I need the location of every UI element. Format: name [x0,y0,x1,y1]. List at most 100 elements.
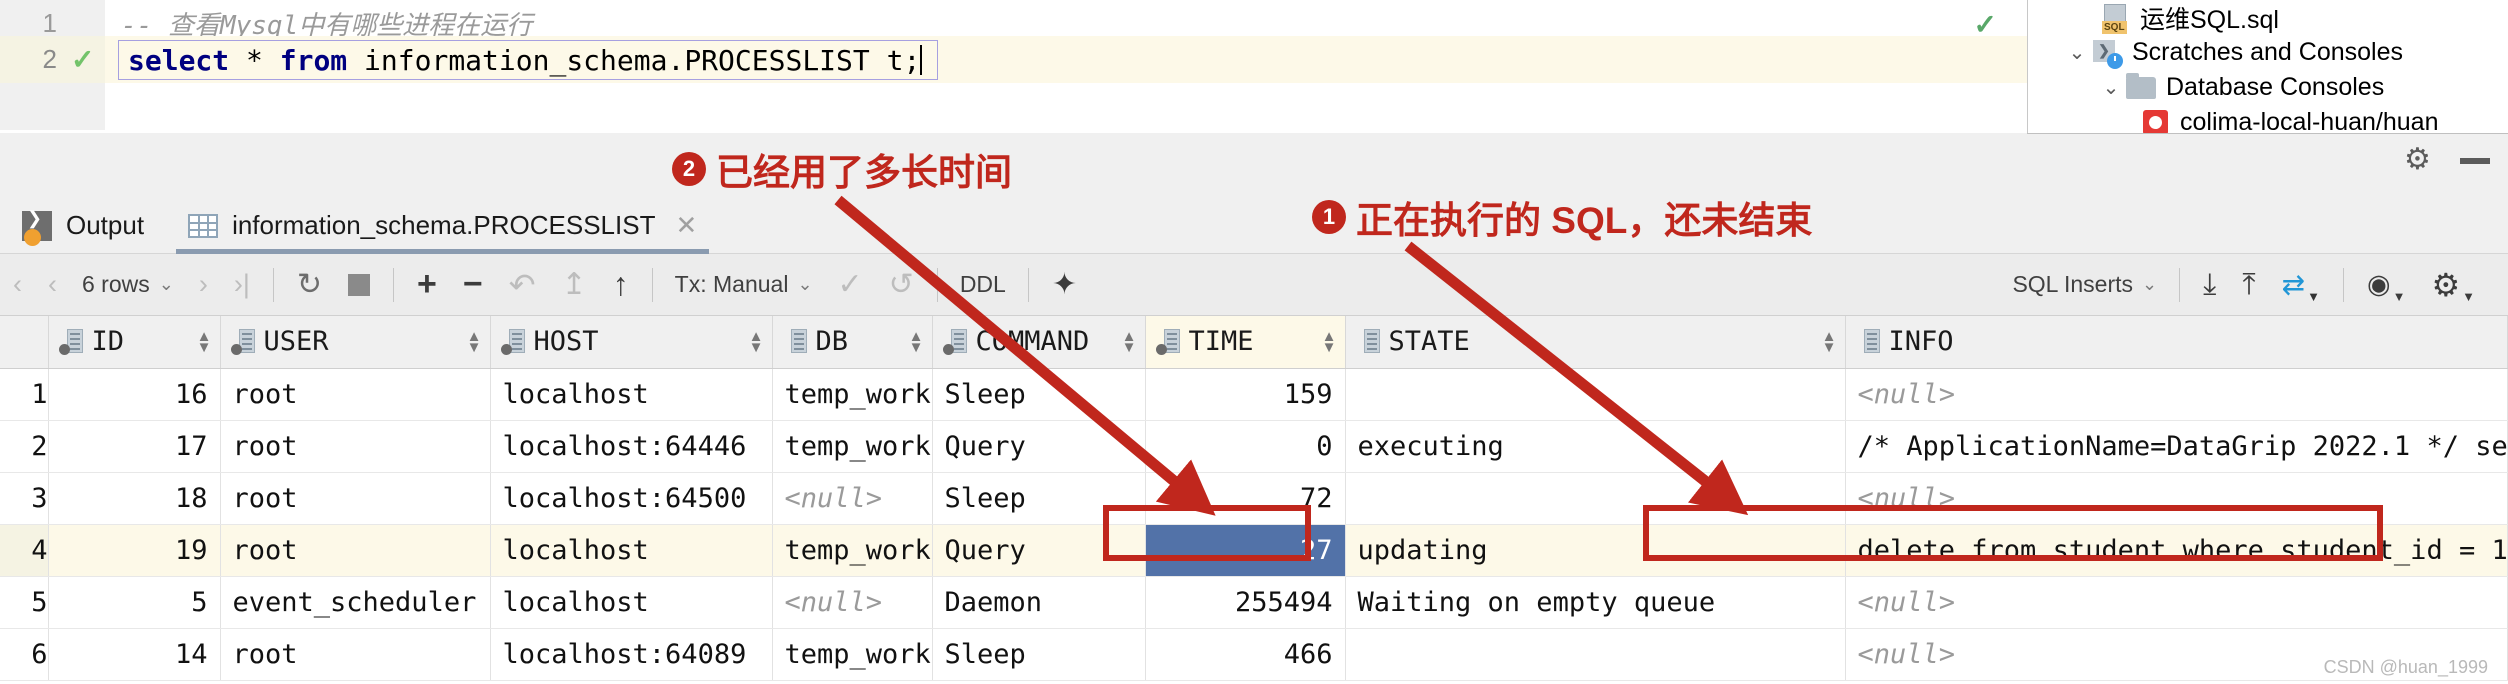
cell-command[interactable]: Sleep [932,628,1146,681]
sidebar-item-database-consoles[interactable]: ⌄ Database Consoles [2028,70,2508,105]
stop-button[interactable] [335,254,383,316]
cell-db[interactable]: <null> [772,576,933,629]
sql-editor[interactable]: 1 -- 查看Mysql中有哪些进程在运行 2 ✓ select * from … [0,0,2027,133]
cell-state[interactable] [1345,628,1846,681]
column-header-info[interactable]: INFO [1845,316,2508,369]
sort-icon[interactable]: ▲ ▼ [909,329,924,355]
chevron-down-icon[interactable]: ⌄ [2064,40,2090,65]
table-row[interactable]: 5 5 event_scheduler localhost <null> Dae… [0,576,2508,629]
cell-host[interactable]: localhost [490,524,773,577]
sort-icon[interactable]: ▲ ▼ [1822,329,1837,355]
tab-output[interactable]: Output [0,198,166,254]
column-header-db[interactable]: DB ▲ ▼ [772,316,933,369]
cell-user[interactable]: root [220,524,491,577]
next-page-button[interactable]: › [186,254,221,316]
cell-id[interactable]: 18 [48,472,221,525]
last-page-button[interactable]: ›| [221,254,263,316]
rollback-button[interactable]: ↺ [876,254,927,316]
refresh-button[interactable]: ↻ [284,254,335,316]
cell-db[interactable]: temp_work [772,368,933,421]
cell-state[interactable]: executing [1345,420,1846,473]
sort-icon[interactable]: ▲ ▼ [1122,329,1137,355]
cell-state[interactable]: Waiting on empty queue [1345,576,1846,629]
import-data-icon[interactable] [2229,254,2268,316]
sort-icon[interactable]: ▲ ▼ [1322,329,1337,355]
sort-icon[interactable]: ▲ ▼ [197,329,212,355]
cell-user[interactable]: event_scheduler [220,576,491,629]
cell-command[interactable]: Daemon [932,576,1146,629]
cell-id[interactable]: 16 [48,368,221,421]
cell-user[interactable]: root [220,472,491,525]
cell-host[interactable]: localhost:64089 [490,628,773,681]
table-row[interactable]: 1 16 root localhost temp_work Sleep 159 … [0,368,2508,421]
panel-controls[interactable]: ⚙ [2404,145,2490,176]
first-page-button[interactable]: ‹ [0,254,35,316]
cell-user[interactable]: root [220,420,491,473]
sort-icon[interactable]: ▲ ▼ [749,329,764,355]
cell-info[interactable]: /* ApplicationName=DataGrip 2022.1 */ se… [1845,420,2508,473]
cell-info[interactable]: <null> [1845,368,2508,421]
column-header-state[interactable]: STATE ▲ ▼ [1345,316,1846,369]
cell-command[interactable]: Sleep [932,368,1146,421]
project-tree-panel[interactable]: SQL 运维SQL.sql ⌄ ❯ Scratches and Consoles… [2027,0,2508,140]
cell-id[interactable]: 17 [48,420,221,473]
transaction-mode-selector[interactable]: Tx: Manual ⌄ [663,271,825,298]
gear-icon[interactable]: ⚙ [2404,145,2434,176]
add-row-button[interactable] [404,254,450,316]
minimize-icon[interactable] [2460,158,2490,164]
row-count-selector[interactable]: 6 rows ⌄ [70,271,186,298]
results-tabbar[interactable]: Output information_schema.PROCESSLIST ✕ [0,198,2508,254]
results-toolbar[interactable]: ‹ ‹ 6 rows ⌄ › ›| ↻ Tx: Manual ⌄ ✓ ↺ DDL… [0,254,2508,316]
cell-host[interactable]: localhost [490,576,773,629]
modify-transfer-icon[interactable]: ▼ [2269,254,2333,316]
cell-host[interactable]: localhost [490,368,773,421]
revert-selected-button[interactable] [549,254,600,316]
cell-db[interactable]: temp_work [772,524,933,577]
export-data-icon[interactable] [2190,254,2229,316]
settings-gear-icon[interactable]: ▼ [2418,254,2488,316]
cell-db[interactable]: <null> [772,472,933,525]
cell-time[interactable]: 159 [1145,368,1346,421]
revert-button[interactable] [496,254,549,316]
cell-user[interactable]: root [220,368,491,421]
cell-command[interactable]: Query [932,420,1146,473]
tab-processlist[interactable]: information_schema.PROCESSLIST ✕ [166,198,719,254]
commit-button[interactable]: ✓ [825,254,876,316]
sort-icon[interactable]: ▲ ▼ [467,329,482,355]
cell-time[interactable]: 255494 [1145,576,1346,629]
cell-info[interactable]: <null> [1845,576,2508,629]
delete-row-button[interactable] [450,254,496,316]
sql-statement-text[interactable]: select * from information_schema.PROCESS… [128,44,923,77]
prev-page-button[interactable]: ‹ [35,254,70,316]
cell-id[interactable]: 14 [48,628,221,681]
cell-time[interactable]: 466 [1145,628,1346,681]
cell-id[interactable]: 19 [48,524,221,577]
column-header-user[interactable]: USER ▲ ▼ [220,316,491,369]
cell-db[interactable]: temp_work [772,628,933,681]
result-grid[interactable]: ID ▲ ▼ USER ▲ ▼ HOST ▲ ▼ DB ▲ ▼ COMMAND … [0,316,2508,684]
column-header-host[interactable]: HOST ▲ ▼ [490,316,773,369]
view-options-icon[interactable]: ▼ [2354,254,2418,316]
table-row[interactable]: 2 17 root localhost:64446 temp_work Quer… [0,420,2508,473]
pin-tab-icon[interactable]: ✦ [1039,254,1090,316]
close-icon[interactable]: ✕ [675,210,697,241]
submit-button[interactable] [600,254,642,316]
cell-state[interactable] [1345,368,1846,421]
cell-host[interactable]: localhost:64500 [490,472,773,525]
column-header-id[interactable]: ID ▲ ▼ [48,316,221,369]
cell-host[interactable]: localhost:64446 [490,420,773,473]
column-header-command[interactable]: COMMAND ▲ ▼ [932,316,1146,369]
cell-db[interactable]: temp_work [772,420,933,473]
export-format-selector[interactable]: SQL Inserts ⌄ [2000,271,2169,298]
editor-line-3[interactable] [0,83,2027,130]
ddl-button[interactable]: DDL [948,271,1018,298]
sidebar-item-scratches[interactable]: ⌄ ❯ Scratches and Consoles [2028,35,2508,70]
column-header-time[interactable]: TIME ▲ ▼ [1145,316,1346,369]
chevron-down-icon[interactable]: ⌄ [2098,75,2124,100]
table-row[interactable]: 6 14 root localhost:64089 temp_work Slee… [0,628,2508,681]
inspection-status-icon[interactable]: ✓ [1974,8,1997,41]
cell-time[interactable]: 0 [1145,420,1346,473]
sidebar-item-sql-file[interactable]: SQL 运维SQL.sql [2028,0,2508,35]
cell-user[interactable]: root [220,628,491,681]
cell-id[interactable]: 5 [48,576,221,629]
